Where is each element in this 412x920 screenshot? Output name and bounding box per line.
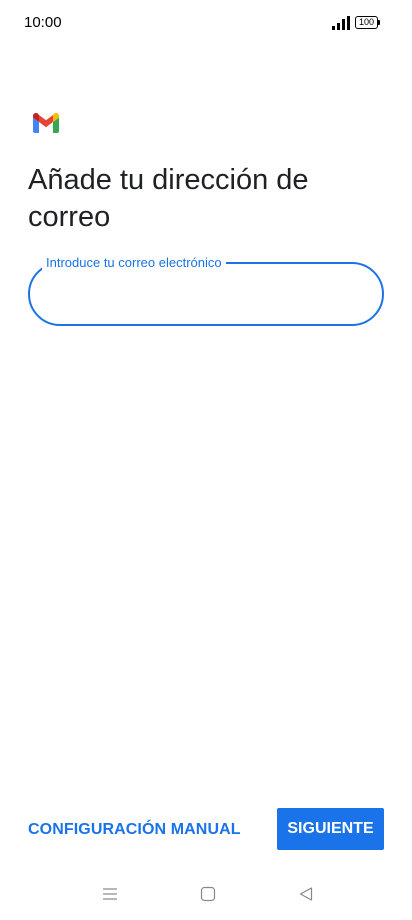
- battery-level: 100: [355, 16, 378, 29]
- gmail-logo-icon: [33, 113, 59, 133]
- status-time: 10:00: [24, 14, 62, 31]
- battery-icon: 100: [355, 16, 381, 29]
- back-icon[interactable]: [298, 886, 314, 902]
- signal-icon: [332, 16, 350, 30]
- battery-tip: [378, 20, 380, 25]
- email-input[interactable]: [48, 278, 364, 310]
- manual-setup-button[interactable]: CONFIGURACIÓN MANUAL: [28, 816, 241, 844]
- navigation-bar: [0, 876, 412, 916]
- next-button[interactable]: SIGUIENTE: [277, 808, 384, 850]
- menu-icon[interactable]: [102, 886, 118, 902]
- page-title: Añade tu dirección de correo: [28, 164, 309, 233]
- home-icon[interactable]: [200, 886, 216, 902]
- email-field-label: Introduce tu correo electrónico: [42, 256, 226, 270]
- screen: 10:00 100 Añade tu dirección de correo I…: [0, 0, 412, 920]
- status-bar: 10:00 100: [0, 0, 412, 48]
